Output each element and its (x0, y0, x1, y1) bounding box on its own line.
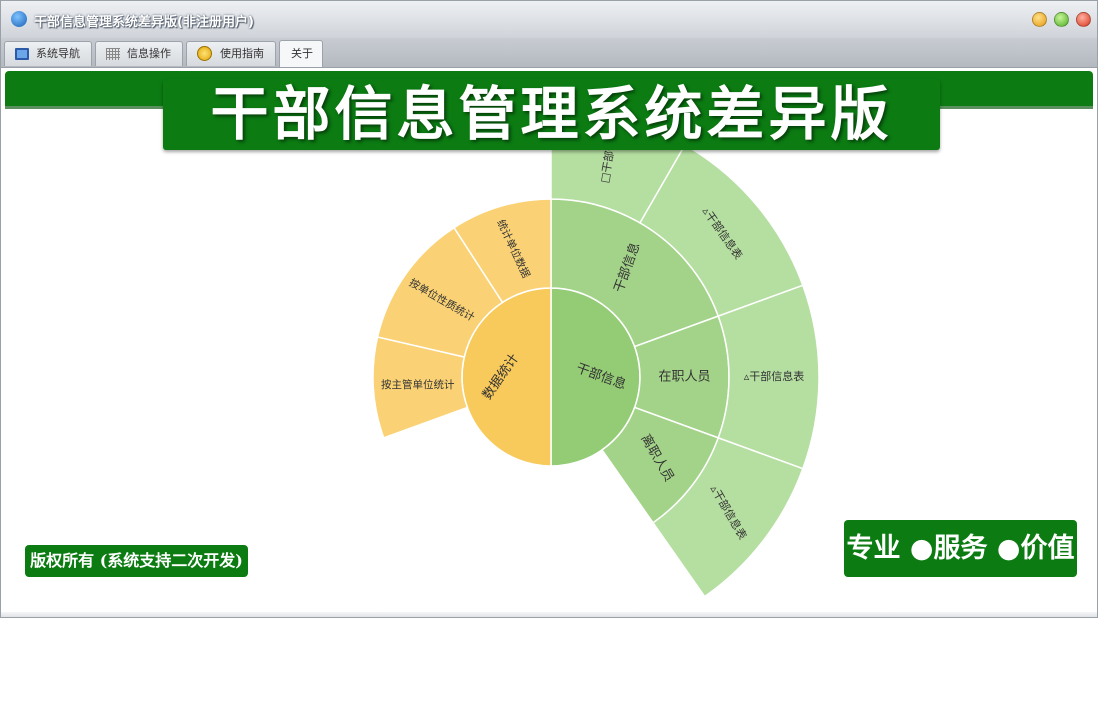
window-title: 干部信息管理系统差异版(非注册用户) (34, 15, 254, 30)
copyright-badge: 版权所有 (系统支持二次开发) (25, 545, 248, 577)
tab-label: 信息操作 (127, 47, 171, 60)
guide-icon (197, 46, 212, 61)
banner-title: 干部信息管理系统差异版 (210, 80, 893, 148)
grid-icon (106, 48, 120, 60)
sunburst-label: ▵干部信息表 (744, 369, 805, 383)
title-bar[interactable]: 干部信息管理系统差异版(非注册用户) (1, 1, 1097, 39)
sunburst-label: 在职人员 (658, 370, 710, 385)
slogan-badge: 专业 ●服务 ●价值 (844, 520, 1077, 577)
sunburst-label: 按主管单位统计 (381, 378, 455, 391)
banner: 干部信息管理系统差异版 (163, 79, 940, 150)
tab-about[interactable]: 关于 (279, 40, 323, 67)
maximize-button[interactable] (1054, 12, 1069, 27)
tab-user-guide[interactable]: 使用指南 (186, 41, 276, 66)
tab-info-operation[interactable]: 信息操作 (95, 41, 183, 66)
tab-strip: 系统导航 信息操作 使用指南 关于 (1, 38, 1097, 68)
about-page: 干部信息 数据统计 干部信息 在职人员 离职人员 按主管单位统计 按单位性质统计 统计单位数据… (1, 68, 1097, 617)
tab-system-navigation[interactable]: 系统导航 (4, 41, 92, 66)
tab-label: 使用指南 (220, 47, 264, 60)
tab-label: 系统导航 (36, 47, 80, 60)
monitor-icon (15, 48, 29, 60)
app-logo-icon (11, 11, 27, 27)
app-window: 干部信息管理系统差异版(非注册用户) 系统导航 信息操作 使用指南 关于 干部信… (0, 0, 1098, 618)
minimize-button[interactable] (1032, 12, 1047, 27)
window-bottom-edge (1, 612, 1097, 617)
tab-label: 关于 (291, 47, 313, 60)
close-button[interactable] (1076, 12, 1091, 27)
